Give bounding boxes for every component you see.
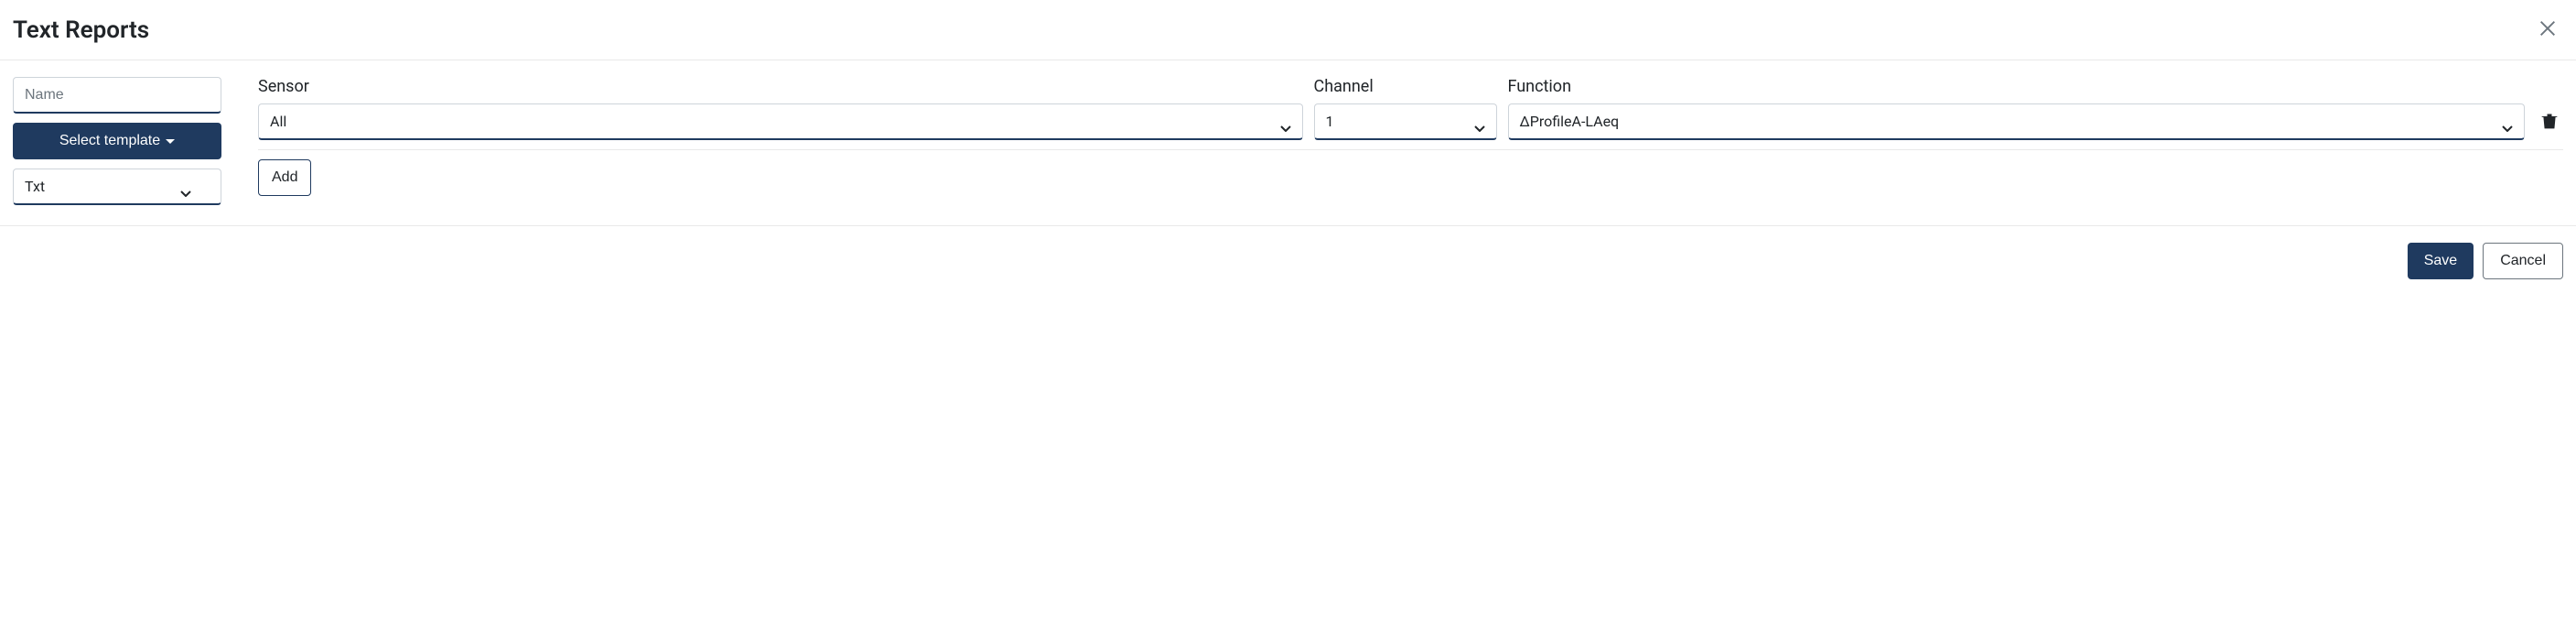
data-row: All 1 ΔProfile xyxy=(258,103,2563,140)
caret-down-icon xyxy=(166,139,175,144)
chevron-down-icon xyxy=(2502,118,2513,125)
dialog-header: Text Reports xyxy=(0,0,2576,60)
left-column: Select template Txt xyxy=(13,77,221,205)
close-icon xyxy=(2538,27,2558,41)
sensor-select[interactable]: All xyxy=(258,103,1303,140)
sensor-selected-value: All xyxy=(270,113,286,130)
trash-icon xyxy=(2540,120,2559,134)
chevron-down-icon xyxy=(1474,118,1485,125)
select-template-button[interactable]: Select template xyxy=(13,123,221,159)
right-column: Sensor Channel Function All xyxy=(258,77,2563,205)
sensor-label: Sensor xyxy=(258,77,1303,96)
add-button[interactable]: Add xyxy=(258,159,311,196)
chevron-down-icon xyxy=(180,183,191,190)
function-selected-value: ΔProfileA-LAeq xyxy=(1520,113,1620,130)
function-label: Function xyxy=(1508,77,2526,96)
dialog-body: Select template Txt Sensor Channel Fun xyxy=(0,60,2576,226)
column-labels-row: Sensor Channel Function xyxy=(258,77,2563,96)
dialog-title: Text Reports xyxy=(13,16,149,44)
channel-select[interactable]: 1 xyxy=(1314,103,1497,140)
chevron-down-icon xyxy=(1280,118,1291,125)
format-select[interactable]: Txt xyxy=(13,169,221,205)
save-button[interactable]: Save xyxy=(2408,243,2474,279)
close-button[interactable] xyxy=(2532,13,2563,47)
dialog-footer: Save Cancel xyxy=(0,226,2576,296)
channel-label: Channel xyxy=(1314,77,1497,96)
channel-selected-value: 1 xyxy=(1326,113,1334,130)
cancel-button[interactable]: Cancel xyxy=(2483,243,2563,279)
select-template-label: Select template xyxy=(59,133,160,149)
row-separator xyxy=(258,149,2563,150)
name-input[interactable] xyxy=(13,77,221,114)
delete-row-button[interactable] xyxy=(2537,107,2562,137)
format-selected-value: Txt xyxy=(25,178,45,195)
function-select[interactable]: ΔProfileA-LAeq xyxy=(1508,103,2526,140)
